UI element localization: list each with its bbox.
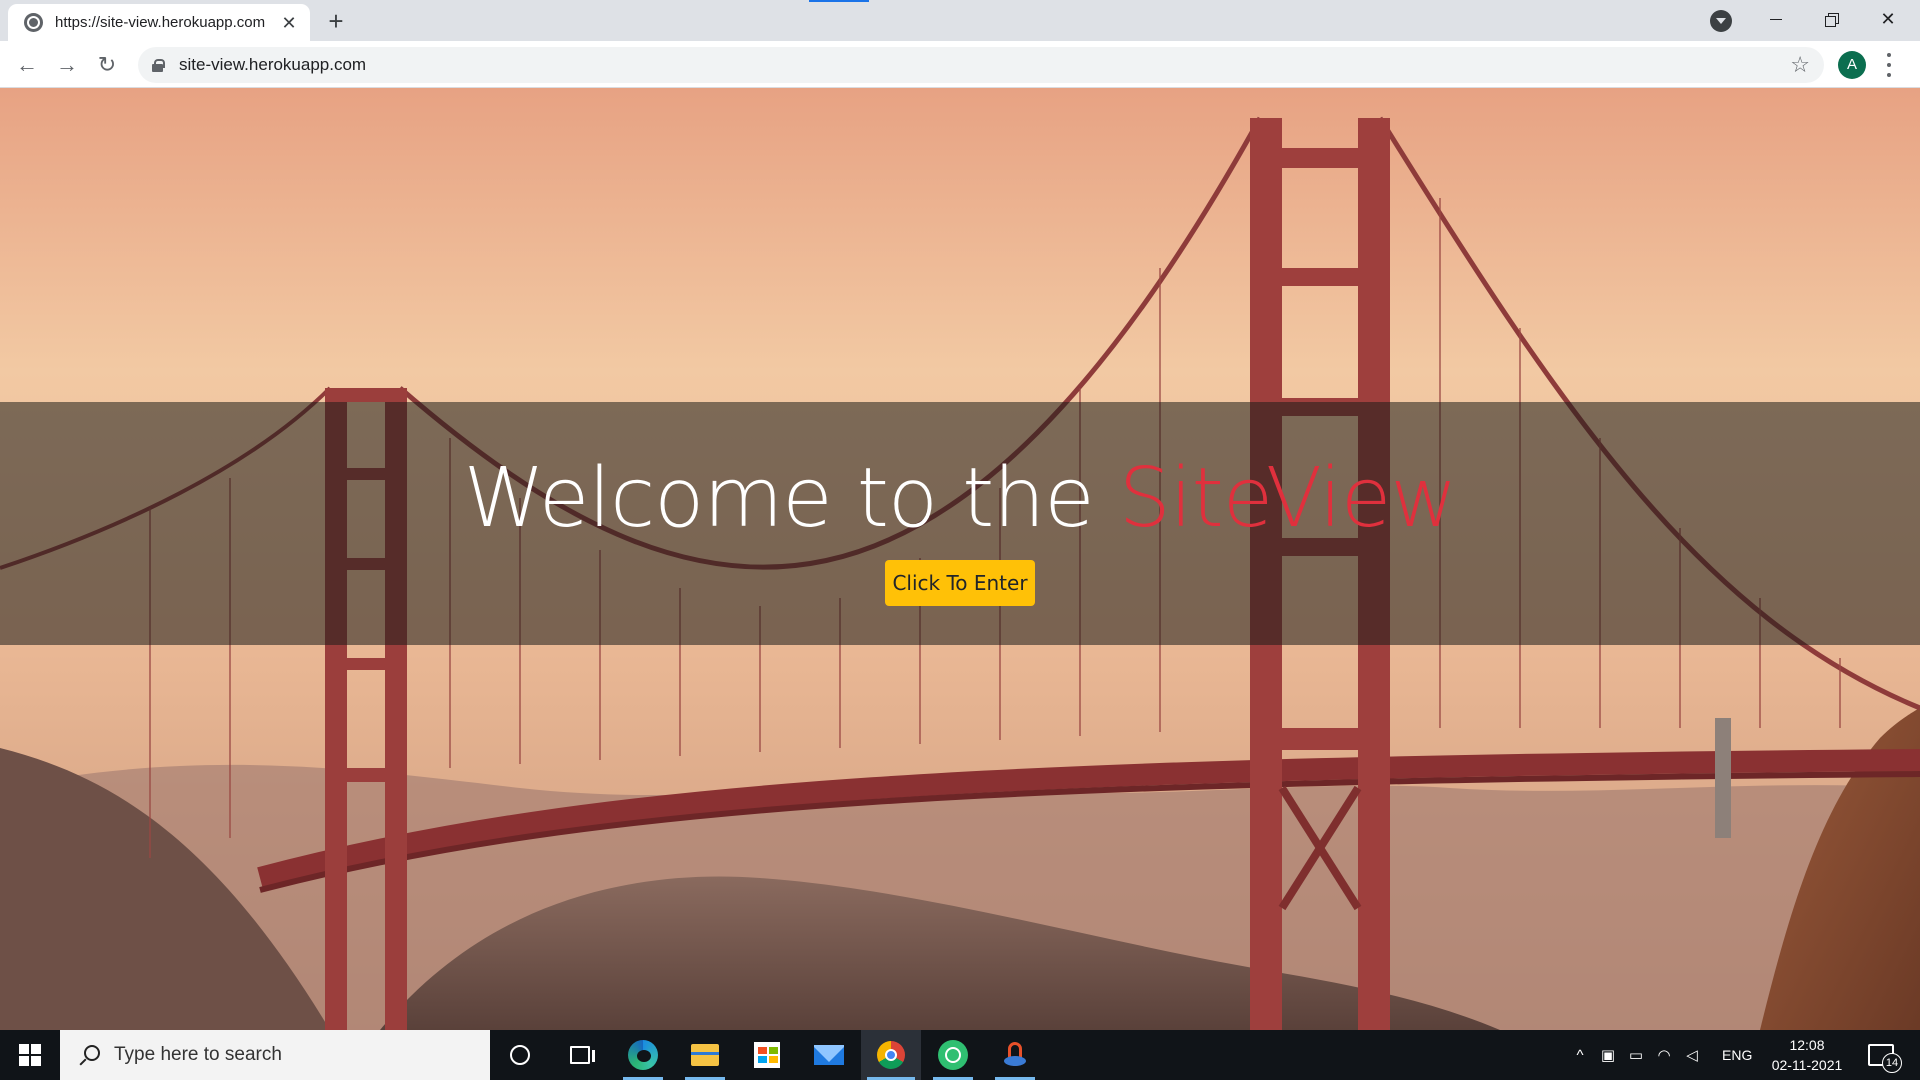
chrome-icon bbox=[877, 1041, 905, 1069]
taskbar: Type here to search ^ ▣ ▭ ◠ ◁ ENG 12:08 … bbox=[0, 1030, 1920, 1080]
task-view-button[interactable] bbox=[550, 1030, 610, 1080]
language-indicator[interactable]: ENG bbox=[1722, 1030, 1752, 1080]
cortana-button[interactable] bbox=[490, 1030, 550, 1080]
mail-icon bbox=[814, 1045, 844, 1065]
page-viewport: Welcome to the SiteView Click To Enter bbox=[0, 88, 1920, 1030]
clock-time: 12:08 bbox=[1789, 1037, 1825, 1053]
taskbar-file-explorer[interactable] bbox=[675, 1030, 735, 1080]
taskbar-atom-app[interactable] bbox=[923, 1030, 983, 1080]
security-icon[interactable]: ▣ bbox=[1594, 1030, 1622, 1080]
tab-strip: https://site-view.herokuapp.com ✕ + ✕ bbox=[0, 0, 1920, 41]
browser-toolbar: ← → ↻ site-view.herokuapp.com ☆ A bbox=[0, 41, 1920, 88]
task-view-icon bbox=[570, 1046, 595, 1064]
loading-indicator bbox=[809, 0, 869, 2]
store-icon bbox=[754, 1042, 780, 1068]
brand-name: SiteView bbox=[1118, 451, 1458, 546]
taskbar-mail[interactable] bbox=[799, 1030, 859, 1080]
welcome-heading-prefix: Welcome to the bbox=[463, 451, 1119, 546]
forward-button[interactable]: → bbox=[50, 48, 84, 82]
address-url[interactable]: site-view.herokuapp.com bbox=[179, 55, 366, 75]
tab-close-icon[interactable]: ✕ bbox=[280, 14, 298, 32]
restore-button[interactable] bbox=[1804, 0, 1860, 41]
taskbar-search-box[interactable]: Type here to search bbox=[60, 1030, 490, 1080]
tab-title: https://site-view.herokuapp.com bbox=[55, 14, 266, 31]
search-icon bbox=[78, 1044, 100, 1066]
edge-icon bbox=[628, 1040, 658, 1070]
taskbar-edge[interactable] bbox=[613, 1030, 673, 1080]
atom-app-icon bbox=[938, 1040, 968, 1070]
taskbar-store[interactable] bbox=[737, 1030, 797, 1080]
welcome-heading: Welcome to the SiteView bbox=[0, 451, 1920, 546]
minimize-button[interactable] bbox=[1748, 0, 1804, 41]
tab-search-icon[interactable] bbox=[1710, 10, 1732, 32]
click-to-enter-button[interactable]: Click To Enter bbox=[885, 560, 1035, 606]
system-tray: ^ ▣ ▭ ◠ ◁ bbox=[1566, 1030, 1706, 1080]
show-hidden-icons-chevron[interactable]: ^ bbox=[1566, 1030, 1594, 1080]
action-center-button[interactable]: 14 bbox=[1868, 1030, 1902, 1080]
clock-date: 02-11-2021 bbox=[1771, 1057, 1843, 1073]
language-label[interactable]: ENG bbox=[1722, 1047, 1752, 1063]
taskbar-snip-tool[interactable] bbox=[985, 1030, 1045, 1080]
new-tab-button[interactable]: + bbox=[322, 8, 350, 36]
browser-tab[interactable]: https://site-view.herokuapp.com ✕ bbox=[8, 4, 310, 41]
notification-count: 14 bbox=[1882, 1053, 1902, 1073]
lock-icon[interactable] bbox=[152, 58, 165, 72]
bookmark-star-icon[interactable]: ☆ bbox=[1790, 53, 1810, 77]
search-placeholder: Type here to search bbox=[114, 1044, 282, 1065]
cortana-icon bbox=[510, 1045, 530, 1065]
start-button[interactable] bbox=[0, 1030, 60, 1080]
back-button[interactable]: ← bbox=[10, 48, 44, 82]
screen: https://site-view.herokuapp.com ✕ + ✕ ← … bbox=[0, 0, 1920, 1080]
wifi-icon[interactable]: ◠ bbox=[1650, 1030, 1678, 1080]
profile-avatar[interactable]: A bbox=[1838, 51, 1866, 79]
notification-icon: 14 bbox=[1868, 1044, 1902, 1073]
snip-tool-icon bbox=[1002, 1040, 1028, 1070]
address-bar[interactable]: site-view.herokuapp.com ☆ bbox=[138, 47, 1824, 83]
taskbar-chrome[interactable] bbox=[861, 1030, 921, 1080]
reload-button[interactable]: ↻ bbox=[90, 48, 124, 82]
browser-menu-icon[interactable] bbox=[1886, 53, 1892, 77]
clock[interactable]: 12:08 02-11-2021 bbox=[1762, 1030, 1852, 1080]
volume-icon[interactable]: ◁ bbox=[1678, 1030, 1706, 1080]
battery-icon[interactable]: ▭ bbox=[1622, 1030, 1650, 1080]
close-window-button[interactable]: ✕ bbox=[1860, 0, 1916, 41]
file-explorer-icon bbox=[691, 1044, 719, 1066]
windows-logo-icon bbox=[19, 1044, 41, 1066]
globe-icon bbox=[24, 13, 43, 32]
